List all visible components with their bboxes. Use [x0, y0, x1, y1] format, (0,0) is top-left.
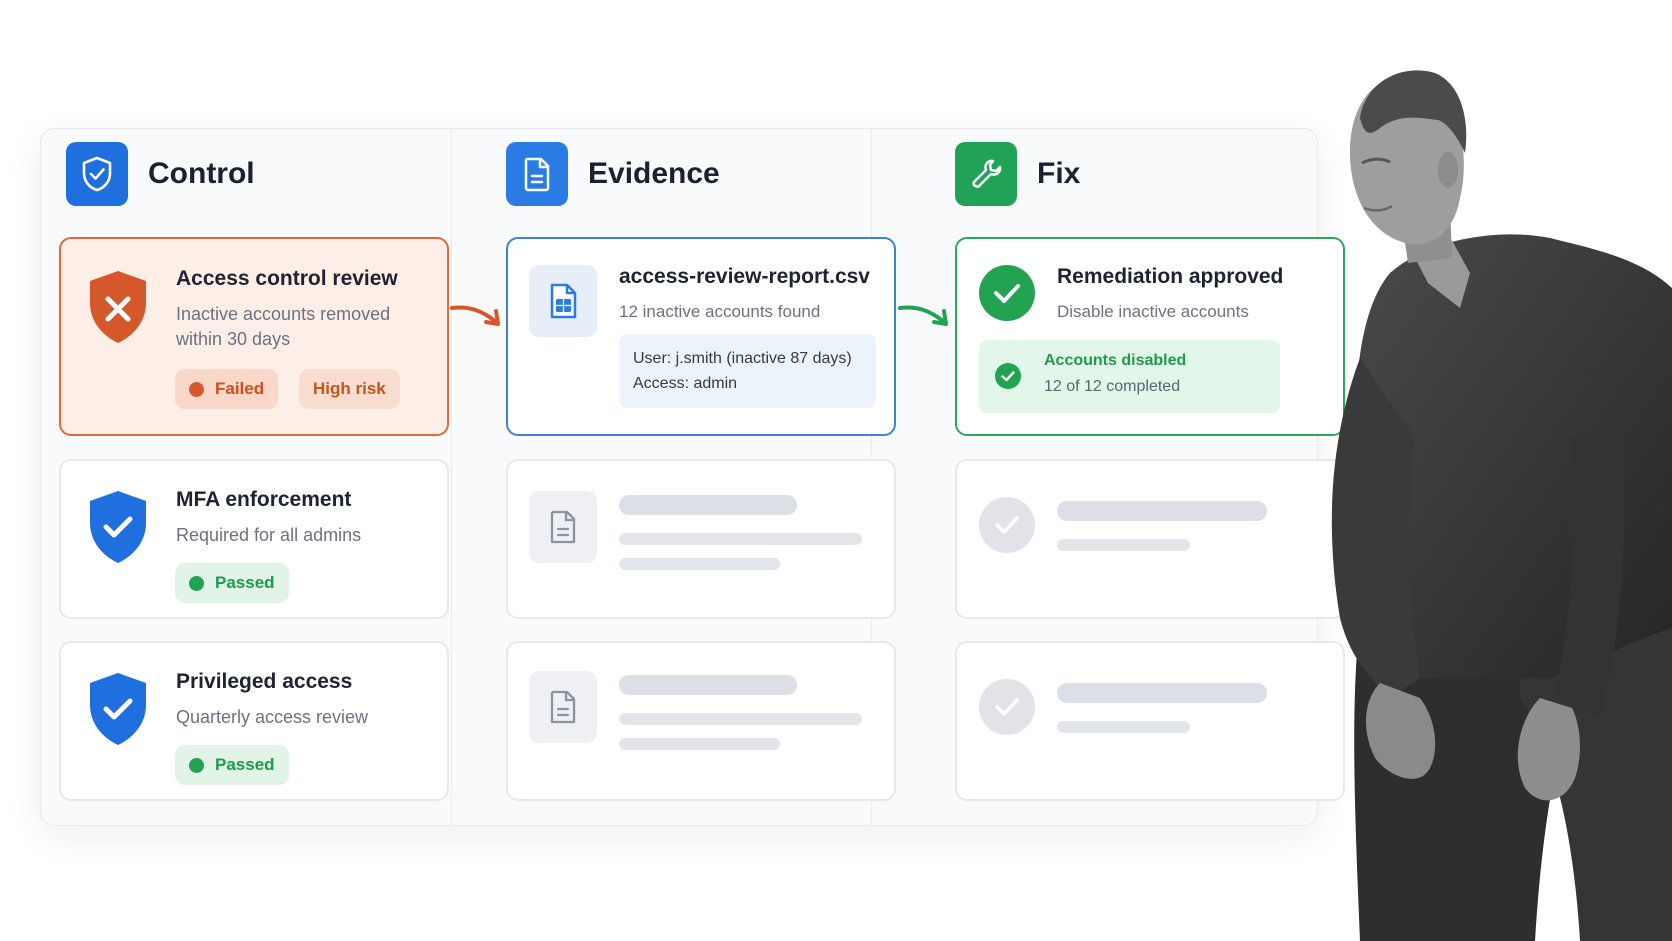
control-title: MFA enforcement [176, 488, 352, 511]
arrow-right-icon [450, 305, 500, 326]
shield-icon [66, 142, 128, 206]
risk-badge: High risk [299, 369, 400, 409]
fix-result-box: Accounts disabled 12 of 12 completed [979, 340, 1280, 413]
skeleton-line [619, 738, 780, 750]
fix-column-title: Fix [1037, 157, 1081, 190]
check-shield-icon [86, 489, 150, 570]
fix-card-placeholder [955, 641, 1345, 801]
evidence-column-title: Evidence [588, 157, 720, 190]
status-label: Passed [215, 573, 275, 592]
skeleton-line [619, 533, 862, 545]
evidence-detail-box: User: j.smith (inactive 87 days) Access:… [619, 334, 876, 408]
document-icon [506, 142, 568, 206]
csv-file-icon [529, 265, 597, 337]
control-column-header: Control [66, 142, 255, 206]
control-card-access-review[interactable]: Access control review Inactive accounts … [59, 237, 449, 436]
status-badge-passed: Passed [175, 563, 289, 603]
risk-label: High risk [313, 379, 386, 398]
control-column-title: Control [148, 157, 255, 190]
skeleton-line [619, 495, 797, 515]
evidence-filename: access-review-report.csv [619, 265, 870, 288]
evidence-card-report[interactable]: access-review-report.csv 12 inactive acc… [506, 237, 896, 436]
control-title: Privileged access [176, 670, 353, 693]
status-dot [189, 575, 204, 591]
control-subtitle: Quarterly access review [176, 707, 369, 727]
status-dot [189, 381, 204, 397]
wrench-icon [955, 142, 1017, 206]
evidence-detail-access: Access: admin [633, 375, 738, 392]
check-circle-icon [979, 679, 1035, 735]
fix-result-title: Accounts disabled [1044, 352, 1187, 369]
status-label: Passed [215, 755, 275, 774]
evidence-card-placeholder [506, 641, 896, 801]
status-label: Failed [215, 379, 265, 398]
status-badge-passed: Passed [175, 745, 289, 785]
control-card-mfa[interactable]: MFA enforcement Required for all admins … [59, 459, 449, 619]
skeleton-line [619, 675, 797, 695]
fix-title: Remediation approved [1057, 265, 1284, 288]
skeleton-line [1057, 721, 1190, 733]
check-circle-icon [979, 265, 1035, 321]
evidence-detail-user: User: j.smith (inactive 87 days) [633, 350, 852, 367]
control-subtitle: within 30 days [176, 329, 291, 349]
check-shield-icon [86, 671, 150, 752]
skeleton-line [1057, 683, 1267, 703]
skeleton-line [619, 558, 780, 570]
fix-column-header: Fix [955, 142, 1080, 206]
check-circle-icon [979, 497, 1035, 553]
skeleton-line [1057, 539, 1190, 551]
evidence-card-placeholder [506, 459, 896, 619]
column-divider [451, 129, 452, 825]
arrow-right-icon [898, 305, 948, 326]
x-shield-icon [86, 269, 150, 350]
control-subtitle: Inactive accounts removed [176, 304, 391, 324]
skeleton-line [1057, 501, 1267, 521]
fix-card-remediation[interactable]: Remediation approved Disable inactive ac… [955, 237, 1345, 436]
fix-result-detail: 12 of 12 completed [1044, 378, 1181, 395]
fix-subtitle: Disable inactive accounts [1057, 302, 1249, 321]
evidence-column-header: Evidence [506, 142, 720, 206]
status-dot [189, 757, 204, 773]
document-icon [529, 671, 597, 743]
control-title: Access control review [176, 267, 398, 290]
skeleton-line [619, 713, 862, 725]
fix-card-placeholder [955, 459, 1345, 619]
status-badge-failed: Failed [175, 369, 279, 409]
check-circle-icon [995, 363, 1021, 389]
evidence-summary: 12 inactive accounts found [619, 302, 821, 321]
control-subtitle: Required for all admins [176, 525, 362, 545]
control-card-privileged[interactable]: Privileged access Quarterly access revie… [59, 641, 449, 801]
document-icon [529, 491, 597, 563]
presenter-photo [1331, 70, 1672, 941]
